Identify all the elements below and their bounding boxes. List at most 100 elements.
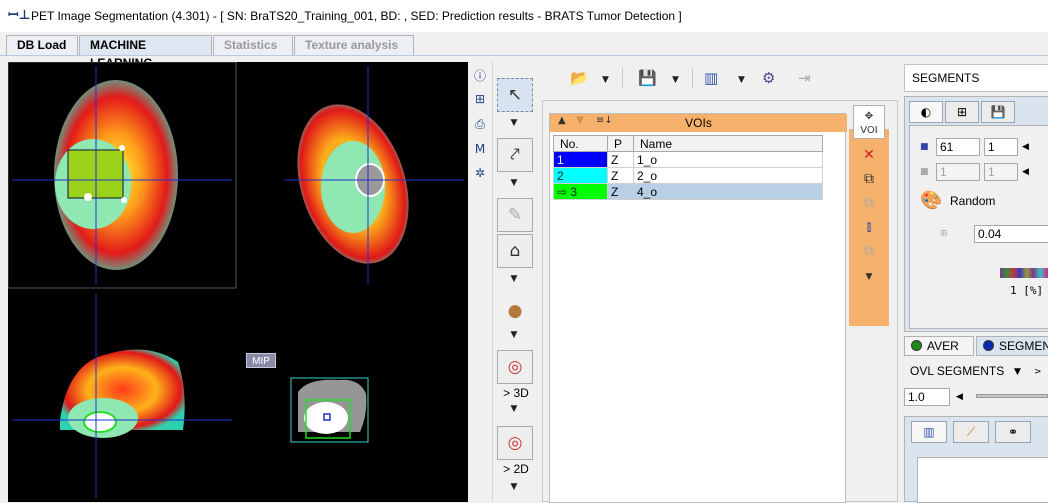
- voi-row[interactable]: ⇨ 3 Z 4_o: [553, 183, 823, 200]
- move-arrows-icon: ✥: [864, 111, 874, 122]
- arrow-left-icon[interactable]: ◀: [956, 391, 963, 403]
- palette-icon[interactable]: 🎨: [920, 192, 942, 210]
- voi-toolbar: 📂 ▼ 💾 ▼ ▥ ▼ ⚙ ⇥: [542, 62, 898, 94]
- convert-3d-button[interactable]: ◎: [497, 350, 533, 384]
- gear-icon[interactable]: ⚙: [762, 69, 775, 87]
- duplicate-icon[interactable]: ⧉: [853, 239, 885, 263]
- tab-segments-label: SEGMEN: [999, 339, 1048, 353]
- pen-tool-button[interactable]: ✎: [497, 198, 533, 232]
- convert-2d-label: > 2D: [503, 462, 529, 476]
- voi-p-cell[interactable]: Z: [607, 151, 634, 168]
- chevron-down-icon[interactable]: ▼: [738, 71, 745, 89]
- open-folder-icon[interactable]: 📂: [570, 69, 589, 87]
- value-a-field[interactable]: 61: [936, 138, 980, 156]
- contrast-tab-icon[interactable]: ◐: [909, 101, 943, 123]
- segments-settings: ■ 61 1 ◀ ■ 1 1 ◀ 🎨 Random ⊞ 0.04 1 [%]: [909, 125, 1048, 329]
- column-header-no[interactable]: No.: [553, 135, 608, 152]
- value-b-field[interactable]: 1: [984, 138, 1018, 156]
- chevron-down-icon[interactable]: ▼: [672, 71, 679, 89]
- threshold-field[interactable]: 0.04: [974, 225, 1048, 243]
- square-icon: ■: [920, 142, 929, 152]
- tab-machine-learning[interactable]: MACHINE LEARNING: [79, 35, 212, 70]
- voi-color-number[interactable]: 1: [553, 151, 608, 168]
- grid-tab-icon[interactable]: ⊞: [945, 101, 979, 123]
- tab-texture-analysis[interactable]: Texture analysis: [294, 35, 414, 55]
- voi-p-cell[interactable]: Z: [607, 167, 634, 184]
- voi-color-number[interactable]: 2: [553, 167, 608, 184]
- tab-aver[interactable]: AVER: [904, 336, 974, 356]
- chevron-right-icon[interactable]: >: [1034, 366, 1042, 378]
- save-tab-icon[interactable]: 💾: [981, 101, 1015, 123]
- main-tabbar: DB Load MACHINE LEARNING Statistics Text…: [0, 32, 1048, 70]
- chevron-down-icon[interactable]: ▼: [507, 330, 521, 340]
- ovl-slider[interactable]: [976, 394, 1048, 398]
- voi-row[interactable]: 1 Z 1_o: [553, 151, 823, 168]
- delete-icon[interactable]: ✕: [853, 143, 885, 167]
- histogram-tab-icon[interactable]: ▥: [911, 421, 947, 443]
- voi-header-title: VOIs: [685, 116, 712, 130]
- image-viewer[interactable]: MIP: [8, 62, 468, 502]
- select-tool-button[interactable]: ↖: [497, 78, 533, 112]
- chevron-down-icon[interactable]: ▼: [507, 178, 521, 188]
- segments-panel: SEGMENTS ◐ ⊞ 💾 ■ 61 1 ◀ ■ 1 1 ◀ 🎨 Random…: [900, 62, 1048, 503]
- mip-tumor: [304, 402, 348, 434]
- column-header-p[interactable]: P: [607, 135, 634, 152]
- value-c-field[interactable]: 1: [936, 163, 980, 181]
- column-header-name[interactable]: Name: [633, 135, 823, 152]
- convert-2d-button[interactable]: ◎: [497, 426, 533, 460]
- tab-db-load[interactable]: DB Load: [6, 35, 78, 55]
- mirror-icon[interactable]: ⫾: [853, 215, 885, 239]
- voi-table: No. P Name 1 Z 1_o 2 Z 2_o ⇨ 3 Z 4_o: [553, 135, 823, 200]
- copy-icon[interactable]: ⧉: [853, 167, 885, 191]
- ovl-value-field[interactable]: 1.0: [904, 388, 950, 406]
- voi-header: ▲ ▼ ≡↓ VOIs: [550, 114, 847, 132]
- voi-number: 1: [557, 152, 564, 167]
- chevron-down-icon[interactable]: ▼: [602, 71, 609, 89]
- chevron-down-icon[interactable]: ▼: [507, 482, 521, 492]
- window-title: PET Image Segmentation (4.301) - [ SN: B…: [31, 9, 682, 23]
- tab-statistics[interactable]: Statistics: [213, 35, 293, 55]
- magic-wand-tool-button[interactable]: ⤤: [497, 138, 533, 172]
- voi-name-cell[interactable]: 4_o: [633, 183, 823, 200]
- arrow-left-icon[interactable]: ◀: [1022, 141, 1029, 153]
- save-icon[interactable]: 💾: [638, 69, 657, 87]
- toolbar-divider: [622, 68, 623, 88]
- ovl-segments-label: OVL SEGMENTS: [910, 364, 1005, 378]
- settings-icon[interactable]: ✲: [472, 165, 488, 181]
- info-icon[interactable]: ⓘ: [472, 68, 488, 84]
- value-d-field[interactable]: 1: [984, 163, 1018, 181]
- chevron-down-icon[interactable]: ▼: [507, 274, 521, 284]
- voi-move-button[interactable]: ✥ VOI: [853, 105, 885, 139]
- voi-color-number[interactable]: ⇨ 3: [553, 183, 608, 200]
- export-icon[interactable]: ⇥: [798, 69, 811, 87]
- mip-label[interactable]: MIP: [246, 353, 276, 368]
- toolbar-divider: [692, 68, 693, 88]
- voi-row[interactable]: 2 Z 2_o: [553, 167, 823, 184]
- paste-icon[interactable]: ⧉: [853, 191, 885, 215]
- chevron-down-icon[interactable]: ▼: [507, 404, 521, 414]
- aver-dot-icon: [911, 340, 922, 351]
- voi-tool-column: ↖ ▼ ⤤ ▼ ✎ ⌂ ▼ ● ▼ ◎ > 3D ▼ ◎ > 2D ▼: [492, 62, 538, 502]
- voi-name-cell[interactable]: 1_o: [633, 151, 823, 168]
- segments-tab-box: ◐ ⊞ 💾 ■ 61 1 ◀ ■ 1 1 ◀ 🎨 Random ⊞ 0.04 1…: [904, 96, 1048, 332]
- convert-3d-label: > 3D: [503, 386, 529, 400]
- link-tab-icon[interactable]: ⚭: [995, 421, 1031, 443]
- brush-tool-button[interactable]: ⌂: [497, 234, 533, 268]
- arrow-left-icon[interactable]: ◀: [1022, 166, 1029, 178]
- segment-dot-icon: [983, 340, 994, 351]
- print-icon[interactable]: ⎙: [472, 116, 488, 132]
- curve-tab-icon[interactable]: ⟋: [953, 421, 989, 443]
- voi-panel: ▲ ▼ ≡↓ VOIs No. P Name 1 Z 1_o 2 Z 2_o ⇨ 3 Z 4_o…: [542, 100, 898, 503]
- chevron-down-icon[interactable]: ▼: [507, 118, 521, 128]
- tab-segments[interactable]: SEGMEN: [976, 336, 1048, 356]
- mip-mode-icon[interactable]: M: [472, 141, 488, 157]
- sphere-tool-icon[interactable]: ●: [497, 294, 533, 328]
- layout-icon[interactable]: ⊞: [472, 91, 488, 107]
- voi-name-cell[interactable]: 2_o: [633, 167, 823, 184]
- chevron-down-icon[interactable]: ▼: [853, 265, 885, 289]
- color-strip[interactable]: [1000, 268, 1048, 278]
- chevron-down-icon[interactable]: ▼: [1014, 366, 1021, 378]
- voi-point: [84, 193, 92, 201]
- statistics-chart-icon[interactable]: ▥: [704, 69, 718, 87]
- voi-p-cell[interactable]: Z: [607, 183, 634, 200]
